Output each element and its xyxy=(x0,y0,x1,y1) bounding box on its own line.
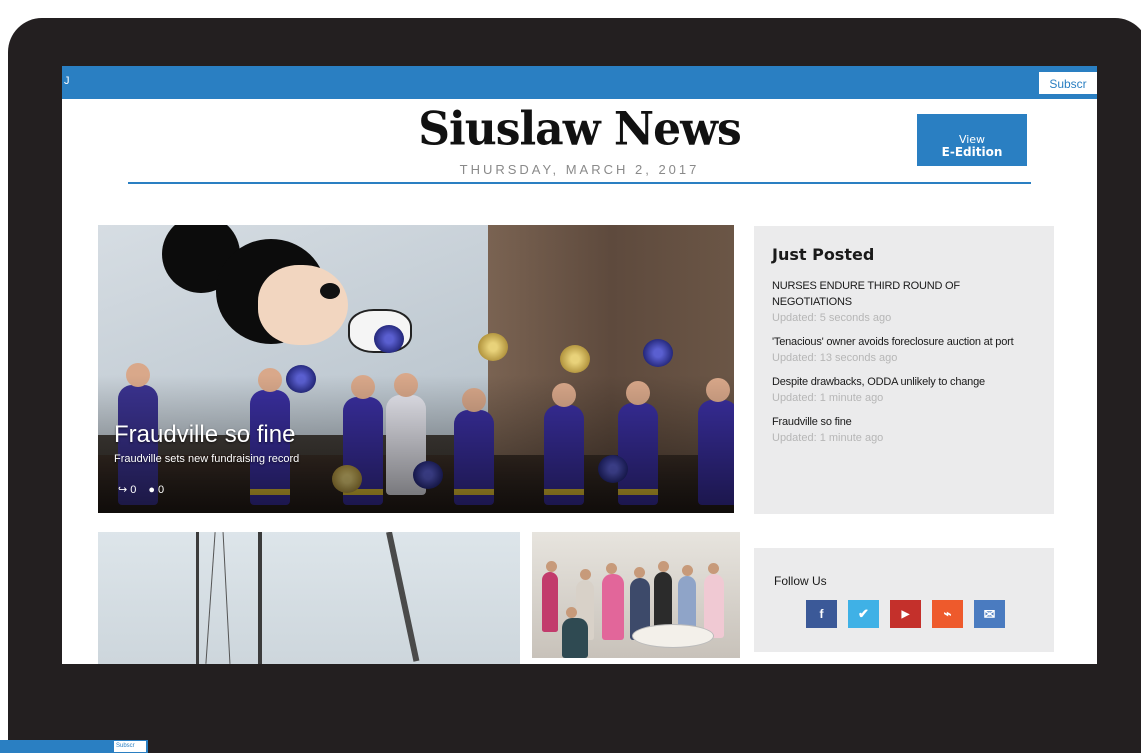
youtube-icon[interactable]: ▶ xyxy=(890,600,921,628)
comment-count-value: 0 xyxy=(158,483,165,496)
list-item-updated: Updated: 1 minute ago xyxy=(772,432,884,444)
list-item[interactable]: Fraudville so fine Updated: 1 minute ago xyxy=(772,414,1034,446)
eedition-label-main: E-Edition xyxy=(941,145,1003,159)
top-bar-edge-text: J xyxy=(64,75,70,87)
list-item-updated: Updated: 5 seconds ago xyxy=(772,312,892,324)
comment-count[interactable]: ● 0 xyxy=(148,483,164,496)
share-icon: ↪ xyxy=(118,484,128,496)
story-thumbnail-crowd[interactable] xyxy=(532,532,740,658)
browser-viewport: J Subscr Siuslaw News THURSDAY, MARCH 2,… xyxy=(62,66,1097,664)
facebook-icon[interactable]: f xyxy=(806,600,837,628)
story-thumbnail-sailboat[interactable] xyxy=(98,532,520,664)
masthead-divider xyxy=(128,182,1031,184)
hero-pompom xyxy=(478,333,508,361)
hero-pompom xyxy=(643,339,673,367)
list-item-headline[interactable]: NURSES ENDURE THIRD ROUND OF NEGOTIATION… xyxy=(772,278,1034,310)
follow-us-title: Follow Us xyxy=(774,574,827,588)
list-item[interactable]: Despite drawbacks, ODDA unlikely to chan… xyxy=(772,374,1034,406)
list-item-headline[interactable]: Fraudville so fine xyxy=(772,414,1034,430)
list-item-updated: Updated: 13 seconds ago xyxy=(772,352,898,364)
just-posted-list: NURSES ENDURE THIRD ROUND OF NEGOTIATION… xyxy=(772,278,1034,454)
social-icons: f ✔ ▶ ⌁ ✉ xyxy=(806,600,1005,628)
thumb-mast xyxy=(386,532,420,662)
thumb-mast xyxy=(196,532,199,664)
list-item-updated: Updated: 1 minute ago xyxy=(772,392,884,404)
list-item-headline[interactable]: Despite drawbacks, ODDA unlikely to chan… xyxy=(772,374,1034,390)
comment-icon: ● xyxy=(148,483,155,496)
ghost-top-bar: Subscr xyxy=(0,740,148,753)
top-bar: J Subscr xyxy=(62,66,1097,99)
hero-stats: ↪ 0 ● 0 xyxy=(118,483,164,497)
just-posted-title: Just Posted xyxy=(772,245,875,264)
email-icon[interactable]: ✉ xyxy=(974,600,1005,628)
hero-pompom xyxy=(374,325,404,353)
ghost-subscribe-button: Subscr xyxy=(114,741,146,752)
thumb-person xyxy=(602,563,624,640)
list-item[interactable]: 'Tenacious' owner avoids foreclosure auc… xyxy=(772,334,1034,366)
thumb-table xyxy=(632,624,714,648)
list-item-headline[interactable]: 'Tenacious' owner avoids foreclosure auc… xyxy=(772,334,1034,350)
thumb-person xyxy=(562,607,588,658)
hero-headline[interactable]: Fraudville so fine xyxy=(114,421,295,449)
thumb-rigging xyxy=(205,532,216,664)
subscribe-button[interactable]: Subscr xyxy=(1039,72,1097,94)
thumb-mast xyxy=(258,532,262,664)
just-posted-panel: Just Posted NURSES ENDURE THIRD ROUND OF… xyxy=(754,226,1054,514)
list-item[interactable]: NURSES ENDURE THIRD ROUND OF NEGOTIATION… xyxy=(772,278,1034,326)
hero-pompom xyxy=(560,345,590,373)
hero-story-card[interactable]: Fraudville so fine Fraudville sets new f… xyxy=(98,225,734,513)
thumb-person xyxy=(542,561,558,632)
rss-icon[interactable]: ⌁ xyxy=(932,600,963,628)
share-count[interactable]: ↪ 0 xyxy=(118,483,137,497)
share-count-value: 0 xyxy=(130,483,137,496)
hero-mickey-face xyxy=(258,265,348,345)
twitter-icon[interactable]: ✔ xyxy=(848,600,879,628)
thumb-rigging xyxy=(222,532,231,664)
hero-subheadline: Fraudville sets new fundraising record xyxy=(114,453,300,465)
follow-us-panel: Follow Us f ✔ ▶ ⌁ ✉ xyxy=(754,548,1054,652)
view-eedition-button[interactable]: View E-Edition xyxy=(917,114,1027,166)
hero-mickey-nose xyxy=(320,283,340,299)
